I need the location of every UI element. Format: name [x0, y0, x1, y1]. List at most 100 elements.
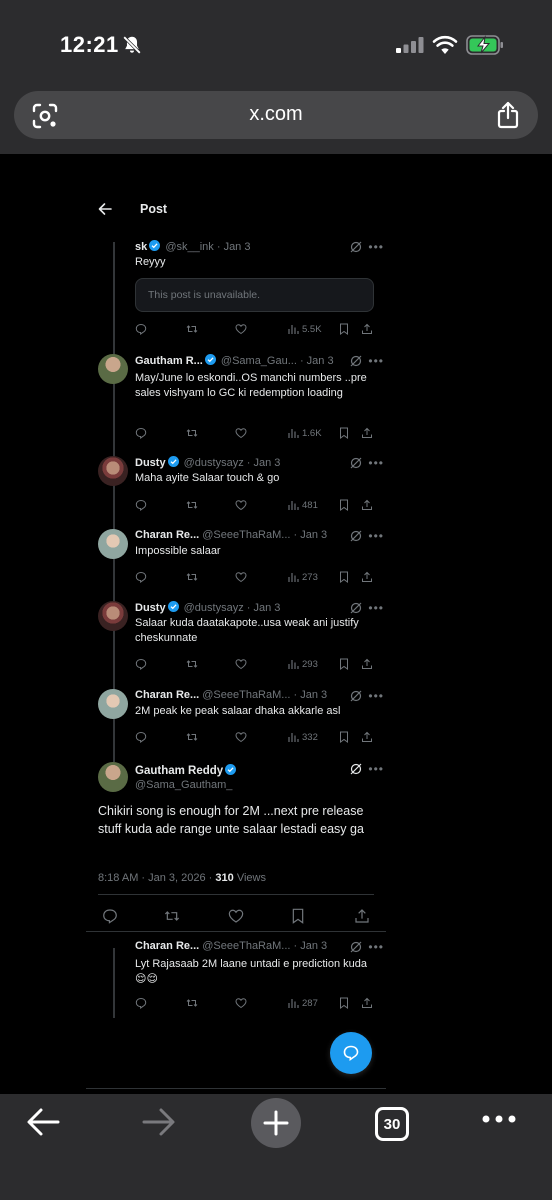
bookmark-icon[interactable] [290, 908, 306, 924]
more-options-icon[interactable]: ••• [368, 529, 384, 543]
author-name[interactable]: Charan Re... [135, 689, 199, 701]
url-text[interactable]: x.com [14, 103, 538, 126]
reply-button[interactable] [135, 570, 147, 584]
like-button[interactable] [235, 498, 247, 512]
compose-reply-button[interactable] [330, 1032, 372, 1074]
reply-button[interactable] [135, 657, 147, 671]
author-handle[interactable]: @SeeeThaRaM... [202, 529, 290, 541]
bookmark-button[interactable] [338, 996, 350, 1010]
timestamp-text[interactable]: 8:18 AM · Jan 3, 2026 · [98, 872, 215, 884]
like-button[interactable] [235, 322, 247, 336]
views-button[interactable]: 1.6K [287, 426, 322, 440]
more-menu-icon[interactable] [482, 1114, 516, 1124]
more-options-icon[interactable]: ••• [368, 601, 384, 615]
reply-button[interactable] [135, 322, 147, 336]
share-post-button[interactable] [361, 322, 373, 336]
author-name[interactable]: Charan Re... [135, 529, 199, 541]
like-button[interactable] [235, 730, 247, 744]
tab-switcher-button[interactable]: 30 [375, 1107, 409, 1141]
author-name[interactable]: Gautham R... [135, 355, 203, 367]
back-arrow-icon[interactable] [98, 202, 112, 216]
author-name[interactable]: Charan Re... [135, 940, 199, 952]
bookmark-button[interactable] [338, 322, 350, 336]
author-name[interactable]: Gautham Reddy [135, 765, 223, 777]
reply-button[interactable] [135, 730, 147, 744]
author-name[interactable]: Dusty [135, 457, 166, 469]
reply-button[interactable] [135, 996, 147, 1010]
share-post-button[interactable] [361, 426, 373, 440]
reply-tweet[interactable]: Charan Re... @SeeeThaRaM... · Jan 3 ••• … [86, 689, 386, 749]
reply-tweet[interactable]: Dusty @dustysayz · Jan 3 ••• Maha ayite … [86, 456, 386, 516]
share-post-button[interactable] [361, 730, 373, 744]
tweet-date[interactable]: · Jan 3 [294, 689, 328, 701]
forward-icon[interactable] [142, 1107, 176, 1137]
author-handle[interactable]: @sk__ink [165, 241, 213, 253]
share-post-button[interactable] [361, 498, 373, 512]
repost-button[interactable] [186, 426, 198, 440]
more-options-icon[interactable]: ••• [368, 240, 384, 254]
avatar[interactable] [98, 762, 128, 792]
share-post-button[interactable] [361, 996, 373, 1010]
grok-icon[interactable] [350, 457, 362, 469]
new-tab-button[interactable] [251, 1098, 301, 1148]
tweet-date[interactable]: · Jan 3 [300, 355, 334, 367]
repost-button[interactable] [186, 657, 198, 671]
share-post-button[interactable] [361, 657, 373, 671]
views-button[interactable]: 293 [287, 657, 318, 671]
back-icon[interactable] [26, 1107, 60, 1137]
reply-tweet[interactable]: Gautham R... @Sama_Gau... · Jan 3 ••• Ma… [86, 354, 386, 444]
like-button[interactable] [235, 570, 247, 584]
more-options-icon[interactable]: ••• [368, 762, 384, 776]
author-handle[interactable]: @dustysayz [184, 602, 244, 614]
more-options-icon[interactable]: ••• [368, 354, 384, 368]
repost-button[interactable] [186, 322, 198, 336]
more-options-icon[interactable]: ••• [368, 940, 384, 954]
tweet-date[interactable]: · Jan 3 [247, 602, 281, 614]
grok-icon[interactable] [350, 941, 362, 953]
author-handle[interactable]: @dustysayz [184, 457, 244, 469]
repost-button[interactable] [186, 730, 198, 744]
share-post-button[interactable] [361, 570, 373, 584]
tweet-date[interactable]: · Jan 3 [247, 457, 281, 469]
bookmark-button[interactable] [338, 426, 350, 440]
share-post-icon[interactable] [354, 908, 370, 924]
bookmark-button[interactable] [338, 570, 350, 584]
tweet-date[interactable]: · Jan 3 [217, 241, 251, 253]
avatar[interactable] [98, 456, 128, 486]
views-button[interactable]: 273 [287, 570, 318, 584]
address-bar[interactable]: x.com [14, 91, 538, 139]
heart-icon[interactable] [228, 908, 244, 924]
avatar[interactable] [98, 354, 128, 384]
repost-icon[interactable] [164, 908, 180, 924]
bookmark-button[interactable] [338, 730, 350, 744]
avatar[interactable] [98, 529, 128, 559]
reply-tweet[interactable]: Dusty @dustysayz · Jan 3 ••• Salaar kuda… [86, 601, 386, 676]
tweet-date[interactable]: · Jan 3 [294, 529, 328, 541]
views-button[interactable]: 332 [287, 730, 318, 744]
reply-icon[interactable] [102, 908, 118, 924]
more-options-icon[interactable]: ••• [368, 456, 384, 470]
reply-tweet[interactable]: Charan Re... @SeeeThaRaM... · Jan 3 ••• … [86, 940, 386, 1020]
grok-icon[interactable] [350, 355, 362, 367]
grok-icon[interactable] [350, 690, 362, 702]
author-handle[interactable]: @SeeeThaRaM... [202, 940, 290, 952]
repost-button[interactable] [186, 498, 198, 512]
grok-icon[interactable] [350, 241, 362, 253]
more-options-icon[interactable]: ••• [368, 689, 384, 703]
like-button[interactable] [235, 657, 247, 671]
reply-button[interactable] [135, 426, 147, 440]
bookmark-button[interactable] [338, 498, 350, 512]
repost-button[interactable] [186, 996, 198, 1010]
author-name[interactable]: sk [135, 241, 147, 253]
author-handle[interactable]: @SeeeThaRaM... [202, 689, 290, 701]
grok-icon[interactable] [350, 530, 362, 542]
views-button[interactable]: 5.5K [287, 322, 322, 336]
reply-tweet[interactable]: Charan Re... @SeeeThaRaM... · Jan 3 ••• … [86, 529, 386, 589]
tweet-date[interactable]: · Jan 3 [294, 940, 328, 952]
avatar[interactable] [98, 601, 128, 631]
bookmark-button[interactable] [338, 657, 350, 671]
grok-icon[interactable] [350, 602, 362, 614]
reply-button[interactable] [135, 498, 147, 512]
grok-icon[interactable] [350, 763, 362, 775]
views-button[interactable]: 287 [287, 996, 318, 1010]
